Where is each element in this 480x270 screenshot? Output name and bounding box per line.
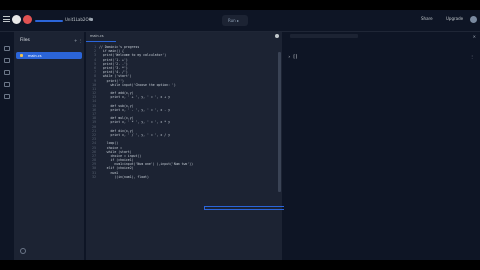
code-line[interactable]: 32 ((in(num1), float) bbox=[86, 175, 278, 179]
file-icon bbox=[20, 54, 23, 57]
repl-name[interactable]: Unit1Lab2OK bbox=[65, 17, 91, 22]
code-editor[interactable]: main.cs 1// Dominic's progress 2 if main(… bbox=[86, 32, 312, 260]
app-window: Unit1Lab2OK Run ▸ Share Upgrade Files + … bbox=[0, 10, 480, 260]
webview-url bbox=[290, 34, 358, 38]
share-icon[interactable] bbox=[4, 58, 10, 63]
file-name: main.cs bbox=[28, 53, 42, 58]
upgrade-button[interactable]: Upgrade bbox=[446, 16, 463, 21]
line-number: 32 bbox=[92, 174, 96, 179]
close-icon[interactable]: ✕ bbox=[473, 34, 476, 39]
run-button[interactable]: Run ▸ bbox=[222, 15, 248, 26]
help-icon[interactable] bbox=[20, 248, 26, 254]
file-item-main[interactable]: main.cs bbox=[16, 52, 82, 59]
lock-icon[interactable] bbox=[4, 70, 10, 75]
db-icon[interactable] bbox=[4, 82, 10, 87]
share-button[interactable]: Share bbox=[421, 16, 433, 21]
code-area[interactable]: 1// Dominic's progress 2 if main() {3 pri… bbox=[86, 45, 278, 179]
profile-avatar[interactable] bbox=[23, 15, 32, 24]
editor-tab[interactable]: main.cs bbox=[86, 32, 116, 42]
files-actions[interactable]: + ⋮ bbox=[74, 38, 83, 43]
side-rail bbox=[0, 32, 15, 260]
progress-indicator bbox=[35, 20, 63, 22]
folder-icon[interactable] bbox=[4, 46, 10, 51]
menu-icon[interactable] bbox=[3, 16, 10, 22]
top-bar: Unit1Lab2OK Run ▸ Share Upgrade bbox=[0, 10, 480, 32]
console-panel[interactable]: ✕ ⋮ › [] bbox=[275, 32, 480, 260]
files-title: Files bbox=[20, 38, 30, 43]
settings-icon[interactable] bbox=[4, 94, 10, 99]
lock-icon bbox=[90, 18, 93, 21]
console-menu-icon[interactable]: ⋮ bbox=[470, 54, 474, 59]
console-status-icon bbox=[275, 34, 279, 38]
replit-logo[interactable] bbox=[12, 15, 21, 24]
console-prompt[interactable]: › [] bbox=[288, 54, 298, 59]
user-avatar[interactable] bbox=[470, 16, 477, 23]
editor-scrollbar[interactable] bbox=[278, 52, 281, 192]
run-label: Run ▸ bbox=[228, 18, 239, 23]
editor-tab-label: main.cs bbox=[90, 34, 104, 38]
files-panel: Files + ⋮ main.cs bbox=[14, 32, 84, 260]
line-text[interactable]: ((in(num1), float) bbox=[99, 175, 149, 179]
